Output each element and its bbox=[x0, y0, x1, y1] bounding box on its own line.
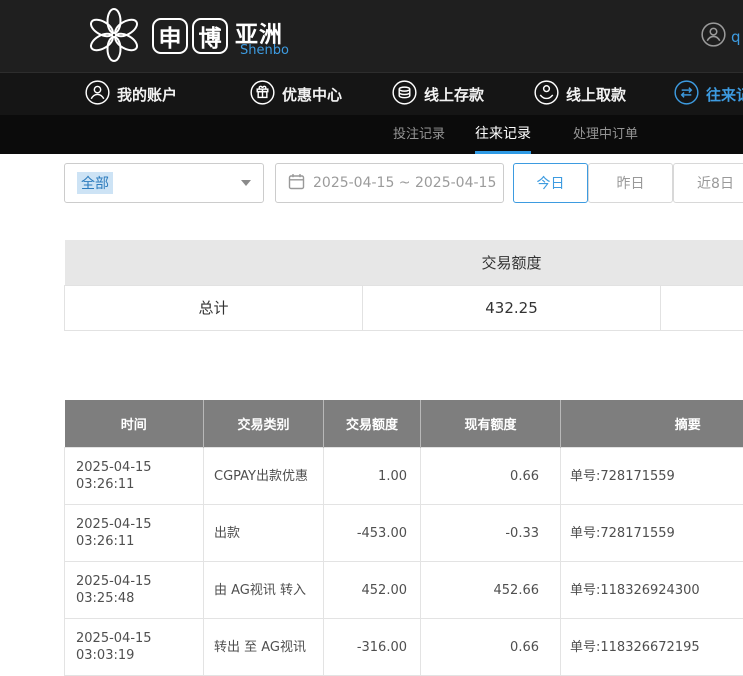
cell-amount: 1.00 bbox=[324, 448, 421, 505]
col-header-time: 时间 bbox=[65, 400, 204, 448]
cell-type: CGPAY出款优惠 bbox=[204, 448, 324, 505]
top-header: 申 博 亚洲 Shenbo q bbox=[0, 0, 743, 72]
summary-total-row: 总计 432.25 bbox=[65, 285, 743, 330]
summary-empty-cell bbox=[661, 285, 743, 330]
tab-transaction-records[interactable]: 往来记录 bbox=[475, 115, 531, 154]
user-circle-icon bbox=[85, 80, 110, 109]
user-avatar-icon bbox=[701, 22, 726, 51]
cell-time: 2025-04-15 03:26:11 bbox=[65, 505, 204, 562]
table-row: 2025-04-15 03:26:11 CGPAY出款优惠 1.00 0.66 … bbox=[65, 448, 743, 505]
cell-balance: 0.66 bbox=[421, 448, 561, 505]
table-row: 2025-04-15 03:03:19 转出 至 AG视讯 -316.00 0.… bbox=[65, 619, 743, 676]
cell-amount: 452.00 bbox=[324, 562, 421, 619]
summary-total-label: 总计 bbox=[65, 285, 363, 330]
cell-type: 转出 至 AG视讯 bbox=[204, 619, 324, 676]
cell-amount: -453.00 bbox=[324, 505, 421, 562]
cell-time: 2025-04-15 03:03:19 bbox=[65, 619, 204, 676]
col-header-summary: 摘要 bbox=[561, 400, 743, 448]
cell-type: 出款 bbox=[204, 505, 324, 562]
summary-header-empty bbox=[661, 240, 743, 285]
nav-item-label: 线上存款 bbox=[424, 84, 484, 105]
summary-header-empty bbox=[65, 240, 363, 285]
nav-item-label: 线上取款 bbox=[566, 84, 626, 105]
username-text: q bbox=[731, 28, 743, 46]
tab-label: 往来记录 bbox=[475, 126, 531, 142]
col-header-type: 交易类别 bbox=[204, 400, 324, 448]
transfer-record-icon bbox=[674, 80, 699, 109]
chevron-down-icon bbox=[241, 180, 251, 186]
page: 申 博 亚洲 Shenbo q bbox=[0, 0, 743, 676]
calendar-icon bbox=[288, 173, 305, 194]
tab-processing-orders[interactable]: 处理中订单 bbox=[573, 115, 638, 154]
brand-char-box-1: 申 bbox=[152, 18, 188, 54]
nav-item-online-withdrawal[interactable]: 线上取款 bbox=[534, 73, 626, 116]
tab-betting-records[interactable]: 投注记录 bbox=[393, 115, 445, 154]
nav-item-label: 优惠中心 bbox=[282, 84, 342, 105]
category-selected-value: 全部 bbox=[77, 172, 113, 194]
gift-circle-icon bbox=[250, 80, 275, 109]
col-header-amount: 交易额度 bbox=[324, 400, 421, 448]
cell-amount: -316.00 bbox=[324, 619, 421, 676]
last-8-days-button[interactable]: 近8日 bbox=[673, 163, 743, 203]
nav-item-my-account[interactable]: 我的账户 bbox=[85, 73, 177, 116]
cell-balance: 0.66 bbox=[421, 619, 561, 676]
hand-coin-circle-icon bbox=[534, 80, 559, 109]
tab-label: 处理中订单 bbox=[573, 127, 638, 142]
table-row: 2025-04-15 03:26:11 出款 -453.00 -0.33 单号:… bbox=[65, 505, 743, 562]
brand-romanized-text: Shenbo bbox=[240, 43, 289, 58]
main-nav: 我的账户 优惠中心 线上存款 bbox=[0, 72, 743, 115]
summary-table: 交易额度 总计 432.25 bbox=[64, 240, 743, 331]
cell-summary: 单号:728171559 bbox=[561, 505, 743, 562]
records-sub-nav: 投注记录 往来记录 处理中订单 bbox=[0, 115, 743, 154]
nav-item-transaction-records[interactable]: 往来记录 bbox=[674, 73, 743, 116]
user-account-area[interactable]: q bbox=[701, 22, 743, 51]
category-dropdown[interactable]: 全部 bbox=[64, 163, 264, 203]
date-range-picker[interactable]: 2025-04-15 ~ 2025-04-15 bbox=[275, 163, 504, 203]
cell-time: 2025-04-15 03:25:48 bbox=[65, 562, 204, 619]
cell-summary: 单号:118326672195 bbox=[561, 619, 743, 676]
coins-circle-icon bbox=[392, 80, 417, 109]
nav-item-promo-center[interactable]: 优惠中心 bbox=[250, 73, 342, 116]
nav-item-label: 往来记录 bbox=[706, 84, 743, 105]
active-tab-underline bbox=[475, 151, 531, 154]
cell-summary: 单号:728171559 bbox=[561, 448, 743, 505]
cell-time: 2025-04-15 03:26:11 bbox=[65, 448, 204, 505]
yesterday-button[interactable]: 昨日 bbox=[588, 163, 673, 203]
records-header-row: 时间 交易类别 交易额度 现有额度 摘要 bbox=[65, 400, 743, 448]
records-table: 时间 交易类别 交易额度 现有额度 摘要 2025-04-15 03:26:11… bbox=[64, 400, 743, 676]
tab-label: 投注记录 bbox=[393, 127, 445, 142]
col-header-balance: 现有额度 bbox=[421, 400, 561, 448]
date-range-value: 2025-04-15 ~ 2025-04-15 bbox=[313, 175, 496, 191]
summary-header-row: 交易额度 bbox=[65, 240, 743, 285]
today-button[interactable]: 今日 bbox=[513, 163, 588, 203]
summary-total-value: 432.25 bbox=[363, 285, 661, 330]
nav-item-online-deposit[interactable]: 线上存款 bbox=[392, 73, 484, 116]
brand-char-box-2: 博 bbox=[192, 18, 228, 54]
cell-balance: 452.66 bbox=[421, 562, 561, 619]
cell-summary: 单号:118326924300 bbox=[561, 562, 743, 619]
table-row: 2025-04-15 03:25:48 由 AG视讯 转入 452.00 452… bbox=[65, 562, 743, 619]
nav-item-label: 我的账户 bbox=[117, 84, 177, 105]
cell-type: 由 AG视讯 转入 bbox=[204, 562, 324, 619]
flower-logo-icon bbox=[86, 7, 142, 67]
summary-header-amount: 交易额度 bbox=[363, 240, 661, 285]
cell-balance: -0.33 bbox=[421, 505, 561, 562]
